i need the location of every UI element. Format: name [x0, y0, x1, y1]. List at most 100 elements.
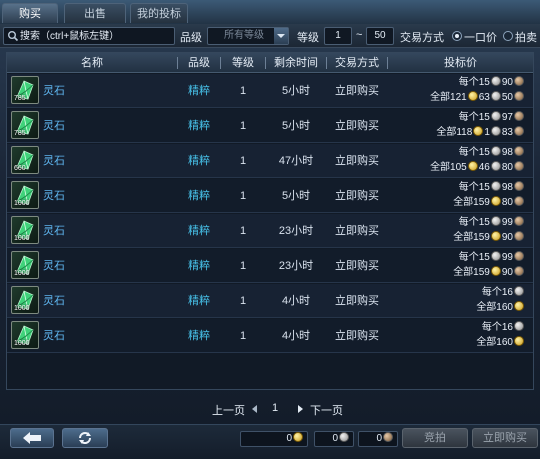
time-remaining: 23小时: [278, 260, 314, 272]
column-grade[interactable]: 品级: [178, 53, 220, 73]
column-time[interactable]: 剩余时间: [266, 53, 326, 73]
unit-price-silver: 98: [501, 147, 513, 158]
unit-price-label: 每个16: [481, 322, 513, 333]
bid-button[interactable]: 竞拍: [402, 428, 468, 448]
option-auction-label[interactable]: 拍卖: [515, 29, 537, 45]
item-name[interactable]: 灵石: [43, 214, 65, 248]
total-price-silver: 90: [501, 232, 513, 243]
total-price-label: 全部105: [430, 162, 467, 173]
level-min-input[interactable]: 1: [324, 27, 352, 45]
table-header: 名称 品级 等级 剩余时间 交易方式 投标价: [7, 53, 533, 73]
time-remaining: 23小时: [278, 225, 314, 237]
time-remaining: 4小时: [281, 295, 311, 307]
table-row[interactable]: 1000 灵石 精粹 1 4小时 立即购买 每个16 全部160: [7, 284, 533, 318]
prev-page-link[interactable]: 上一页: [212, 402, 245, 418]
tab-buy[interactable]: 购买: [2, 3, 58, 23]
level-range-separator: ~: [356, 29, 363, 41]
grade-select[interactable]: 所有等级: [207, 27, 289, 45]
unit-price: 每个15 99: [459, 216, 525, 230]
item-name[interactable]: 灵石: [43, 179, 65, 213]
time-remaining: 5小时: [281, 190, 311, 202]
silver-coin-icon: [490, 126, 501, 136]
unit-price: 每个15 97: [459, 111, 525, 125]
table-row[interactable]: 1000 灵石 精粹 1 23小时 立即购买 每个15 99 全部159 90: [7, 249, 533, 283]
copper-coin-icon: [514, 231, 524, 241]
column-trade[interactable]: 交易方式: [327, 53, 387, 73]
table-row[interactable]: 785 灵石 精粹 1 5小时 立即购买 每个15 90 全部121 63 50: [7, 74, 533, 108]
time-remaining: 5小时: [281, 85, 311, 97]
search-field[interactable]: [3, 27, 175, 45]
level-max-input[interactable]: 50: [366, 27, 394, 45]
item-name[interactable]: 灵石: [43, 74, 65, 108]
spirit-stone-icon[interactable]: 1000: [11, 286, 39, 314]
total-price-label: 全部160: [476, 302, 513, 313]
spirit-stone-icon[interactable]: 1000: [11, 251, 39, 279]
gold-amount-field[interactable]: 0: [240, 431, 308, 447]
total-price-label: 全部160: [476, 337, 513, 348]
total-price-gold: 46: [478, 162, 490, 173]
page-number: 1: [272, 402, 279, 414]
next-arrow-icon[interactable]: [298, 405, 303, 413]
unit-price: 每个16: [482, 286, 525, 300]
gold-coin-icon: [467, 91, 478, 101]
item-name[interactable]: 灵石: [43, 249, 65, 283]
spirit-stone-icon[interactable]: 785: [11, 76, 39, 104]
table-row[interactable]: 660 灵石 精粹 1 47小时 立即购买 每个15 98 全部105 46 80: [7, 144, 533, 178]
tab-my-bids[interactable]: 我的投标: [130, 3, 188, 23]
unit-price: 每个15 98: [459, 146, 525, 160]
table-row[interactable]: 1000 灵石 精粹 1 4小时 立即购买 每个16 全部160: [7, 319, 533, 353]
silver-coin-icon: [490, 251, 501, 261]
copper-amount-field[interactable]: 0: [358, 431, 398, 447]
copper-coin-icon: [514, 126, 524, 136]
copper-coin-icon: [514, 76, 524, 86]
back-button[interactable]: [10, 428, 54, 448]
table-row[interactable]: 785 灵石 精粹 1 5小时 立即购买 每个15 97 全部118 1 83: [7, 109, 533, 143]
item-stack-count: 785: [14, 95, 26, 102]
total-price-silver: 80: [501, 162, 513, 173]
table-row[interactable]: 1000 灵石 精粹 1 23小时 立即购买 每个15 99 全部159 90: [7, 214, 533, 248]
radio-fixed-price[interactable]: [452, 31, 462, 41]
spirit-stone-icon[interactable]: 1000: [11, 181, 39, 209]
gold-coin-icon: [467, 161, 478, 171]
refresh-button[interactable]: [62, 428, 108, 448]
spirit-stone-icon[interactable]: 660: [11, 146, 39, 174]
prev-arrow-icon[interactable]: [252, 405, 257, 413]
gold-coin-icon: [490, 231, 501, 241]
copper-coin-icon: [514, 266, 524, 276]
column-level[interactable]: 等级: [221, 53, 265, 73]
refresh-icon: [79, 432, 91, 444]
item-level: 1: [239, 225, 247, 237]
total-price: 全部105 46 80: [430, 161, 525, 175]
time-remaining: 4小时: [281, 330, 311, 342]
auction-table: 名称 品级 等级 剩余时间 交易方式 投标价 785 灵石 精粹 1 5小时 立即购买 每个…: [6, 52, 534, 390]
search-input[interactable]: [20, 28, 174, 44]
unit-price-silver: 98: [501, 182, 513, 193]
unit-price-label: 每个15: [458, 217, 490, 228]
table-row[interactable]: 1000 灵石 精粹 1 5小时 立即购买 每个15 98 全部159 80: [7, 179, 533, 213]
spirit-stone-icon[interactable]: 1000: [11, 216, 39, 244]
unit-price-label: 每个15: [458, 182, 490, 193]
buy-now-button[interactable]: 立即购买: [472, 428, 538, 448]
chevron-down-icon[interactable]: [274, 28, 288, 44]
gold-amount-value: 0: [286, 433, 292, 444]
radio-auction[interactable]: [503, 31, 513, 41]
unit-price-silver: 99: [501, 252, 513, 263]
option-fixed-price-label[interactable]: 一口价: [464, 29, 497, 45]
total-price: 全部118 1 83: [436, 126, 525, 140]
item-name[interactable]: 灵石: [43, 144, 65, 178]
tab-sell[interactable]: 出售: [64, 3, 126, 23]
next-page-link[interactable]: 下一页: [310, 402, 343, 418]
spirit-stone-icon[interactable]: 785: [11, 111, 39, 139]
silver-amount-field[interactable]: 0: [314, 431, 354, 447]
total-price-label: 全部159: [453, 232, 490, 243]
item-name[interactable]: 灵石: [43, 319, 65, 353]
silver-amount-value: 0: [332, 433, 338, 444]
spirit-stone-icon[interactable]: 1000: [11, 321, 39, 349]
grade-label: 品级: [180, 32, 202, 44]
column-name[interactable]: 名称: [7, 53, 177, 73]
column-bid[interactable]: 投标价: [388, 53, 533, 73]
item-name[interactable]: 灵石: [43, 284, 65, 318]
item-stack-count: 660: [14, 165, 26, 172]
item-level: 1: [239, 190, 247, 202]
item-name[interactable]: 灵石: [43, 109, 65, 143]
